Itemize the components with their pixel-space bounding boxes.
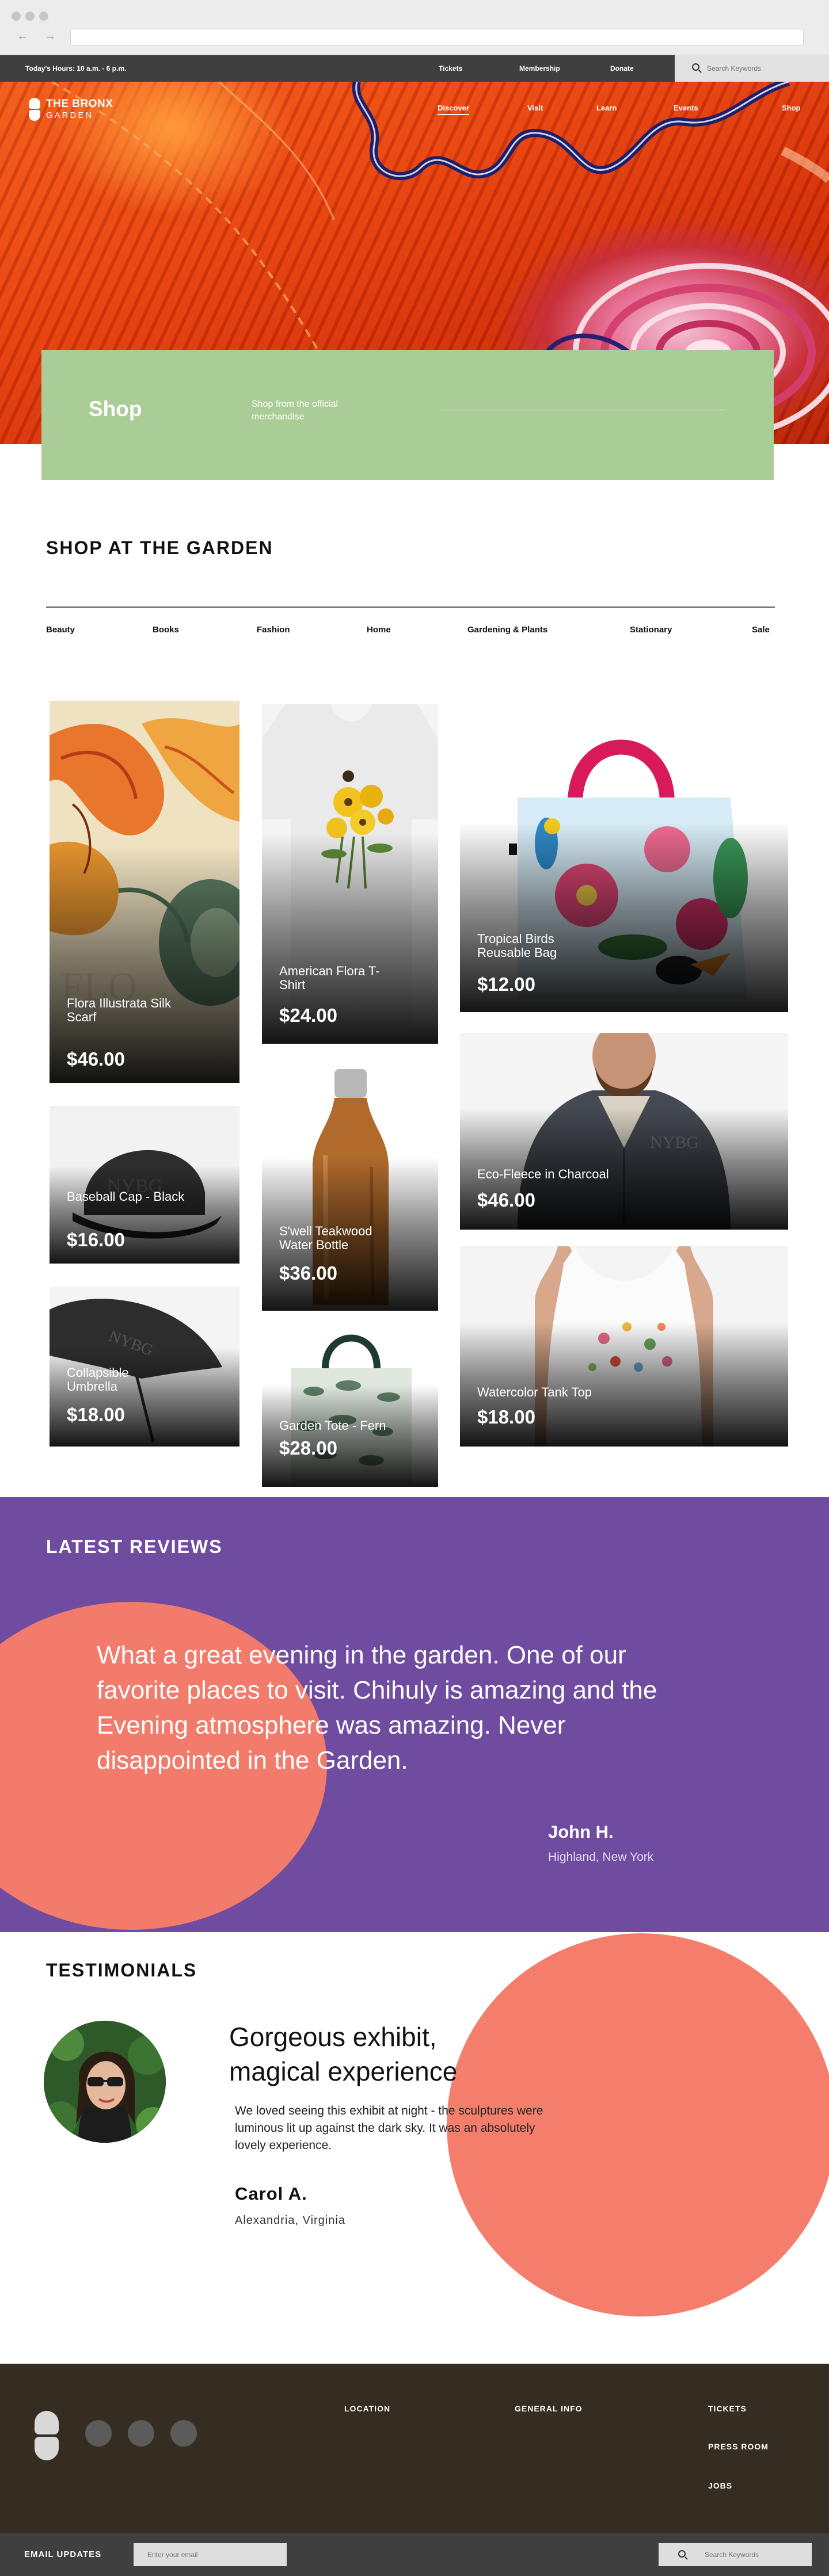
header-search-input[interactable]: [707, 62, 816, 75]
category-stationary[interactable]: Stationary: [630, 625, 672, 635]
product-card[interactable]: NYBG Baseball Cap - Black $16.00: [50, 1106, 239, 1264]
product-price: $24.00: [279, 1005, 337, 1026]
category-books[interactable]: Books: [153, 625, 179, 635]
window-close-dot[interactable]: [12, 12, 21, 21]
logo-line-1: THE BRONX: [46, 98, 113, 110]
footer-link-jobs[interactable]: JOBS: [708, 2481, 732, 2490]
utility-bar: Today's Hours: 10 a.m. - 6 p.m. Tickets …: [0, 55, 829, 82]
footer-search-input[interactable]: [705, 2548, 803, 2561]
footer-link-tickets[interactable]: TICKETS: [708, 2404, 747, 2413]
social-icon-twitter[interactable]: [128, 2420, 154, 2447]
testimonial-location: Alexandria, Virginia: [235, 2214, 345, 2227]
product-price: $28.00: [279, 1437, 337, 1459]
nav-events[interactable]: Events: [674, 104, 698, 112]
address-bar[interactable]: [70, 29, 804, 46]
testimonial-title: Gorgeous exhibit, magical experience: [229, 2022, 458, 2086]
utility-link-donate[interactable]: Donate: [610, 64, 634, 72]
testimonials-heading: TESTIMONIALS: [46, 1960, 197, 1980]
product-card[interactable]: NYBG Collapsible Umbrella $18.00: [50, 1287, 239, 1447]
product-name: Collapsible Umbrella: [67, 1365, 129, 1394]
product-price: $18.00: [67, 1404, 125, 1425]
reviews-heading: LATEST REVIEWS: [46, 1536, 223, 1557]
footer-link-general-info[interactable]: GENERAL INFO: [515, 2404, 583, 2413]
footer-link-location[interactable]: LOCATION: [344, 2404, 390, 2413]
product-price: $12.00: [477, 974, 535, 995]
garden-logo-icon[interactable]: [35, 2411, 59, 2460]
browser-chrome: ← →: [0, 0, 829, 55]
email-updates-label: EMAIL UPDATES: [24, 2550, 102, 2559]
search-icon[interactable]: [678, 2550, 686, 2558]
todays-hours: Today's Hours: 10 a.m. - 6 p.m.: [25, 64, 127, 72]
testimonial-body: We loved seeing this exhibit at night - …: [235, 2104, 543, 2152]
product-card[interactable]: S'well Teakwood Water Bottle $36.00: [262, 1063, 438, 1311]
shop-banner: Shop Shop from the official merchandise: [41, 350, 774, 480]
footer-link-press-room[interactable]: PRESS ROOM: [708, 2442, 769, 2451]
category-fashion[interactable]: Fashion: [257, 625, 290, 635]
footer-search: [659, 2543, 812, 2566]
email-field[interactable]: [134, 2543, 287, 2566]
review-author: John H.: [548, 1822, 614, 1842]
product-name: Baseball Cap - Black: [67, 1189, 185, 1204]
product-name: Watercolor Tank Top: [477, 1385, 592, 1399]
nav-discover[interactable]: Discover: [438, 104, 469, 115]
review-location: Highland, New York: [548, 1850, 654, 1864]
utility-link-membership[interactable]: Membership: [519, 64, 560, 72]
testimonial-portrait: [44, 2021, 166, 2143]
category-gardening-plants[interactable]: Gardening & Plants: [467, 625, 547, 635]
product-card[interactable]: Tropical Birds Reusable Bag $12.00: [460, 705, 788, 1012]
window-minimize-dot[interactable]: [25, 12, 35, 21]
product-name: Tropical Birds Reusable Bag: [477, 932, 557, 960]
product-card[interactable]: NYBG Eco-Fleece in Charcoal $46.00: [460, 1033, 788, 1230]
social-icon-instagram[interactable]: [170, 2420, 197, 2447]
social-icon-facebook[interactable]: [85, 2420, 112, 2447]
search-icon[interactable]: [692, 63, 699, 71]
nav-visit[interactable]: Visit: [527, 104, 543, 112]
nav-learn[interactable]: Learn: [596, 104, 617, 112]
avatar: [44, 2021, 166, 2143]
product-name: S'well Teakwood Water Bottle: [279, 1224, 372, 1252]
product-price: $36.00: [279, 1262, 337, 1284]
window-zoom-dot[interactable]: [39, 12, 48, 21]
site-footer: LOCATION GENERAL INFO TICKETS PRESS ROOM…: [0, 2364, 829, 2533]
page-title: Shop: [89, 397, 142, 421]
category-beauty[interactable]: Beauty: [46, 625, 75, 635]
product-price: $46.00: [477, 1189, 535, 1211]
product-card[interactable]: American Flora T-Shirt $24.00: [262, 704, 438, 1044]
page-description: Shop from the official merchandise: [252, 399, 339, 422]
product-price: $46.00: [67, 1048, 125, 1070]
nav-shop[interactable]: Shop: [782, 104, 801, 112]
product-name: American Flora T-Shirt: [279, 964, 380, 992]
back-arrow-icon[interactable]: ←: [14, 28, 31, 45]
shop-heading: SHOP AT THE GARDEN: [46, 537, 273, 558]
product-price: $16.00: [67, 1229, 125, 1250]
category-home[interactable]: Home: [367, 625, 391, 635]
category-divider: [46, 606, 775, 608]
product-card[interactable]: FLO Flora Illustrata Silk Scarf $46.00: [50, 701, 239, 1083]
product-card[interactable]: Garden Tote - Fern $28.00: [262, 1322, 438, 1487]
header-search: [675, 55, 829, 82]
forward-arrow-icon[interactable]: →: [41, 28, 59, 45]
email-updates-bar: EMAIL UPDATES: [0, 2533, 829, 2576]
testimonial-author: Carol A.: [235, 2184, 307, 2204]
product-price: $18.00: [477, 1406, 535, 1428]
utility-link-tickets[interactable]: Tickets: [439, 64, 462, 72]
product-name: Flora Illustrata Silk Scarf: [67, 996, 171, 1024]
garden-logo-icon: [29, 98, 40, 121]
product-name: Eco-Fleece in Charcoal: [477, 1167, 609, 1181]
logo-line-2: GARDEN: [46, 110, 94, 120]
product-name: Garden Tote - Fern: [279, 1418, 386, 1433]
category-sale[interactable]: Sale: [752, 625, 770, 635]
product-card[interactable]: Watercolor Tank Top $18.00: [460, 1246, 788, 1447]
reviews-section: LATEST REVIEWS What a great evening in t…: [0, 1497, 829, 1932]
review-quote: What a great evening in the garden. One …: [97, 1641, 657, 1774]
